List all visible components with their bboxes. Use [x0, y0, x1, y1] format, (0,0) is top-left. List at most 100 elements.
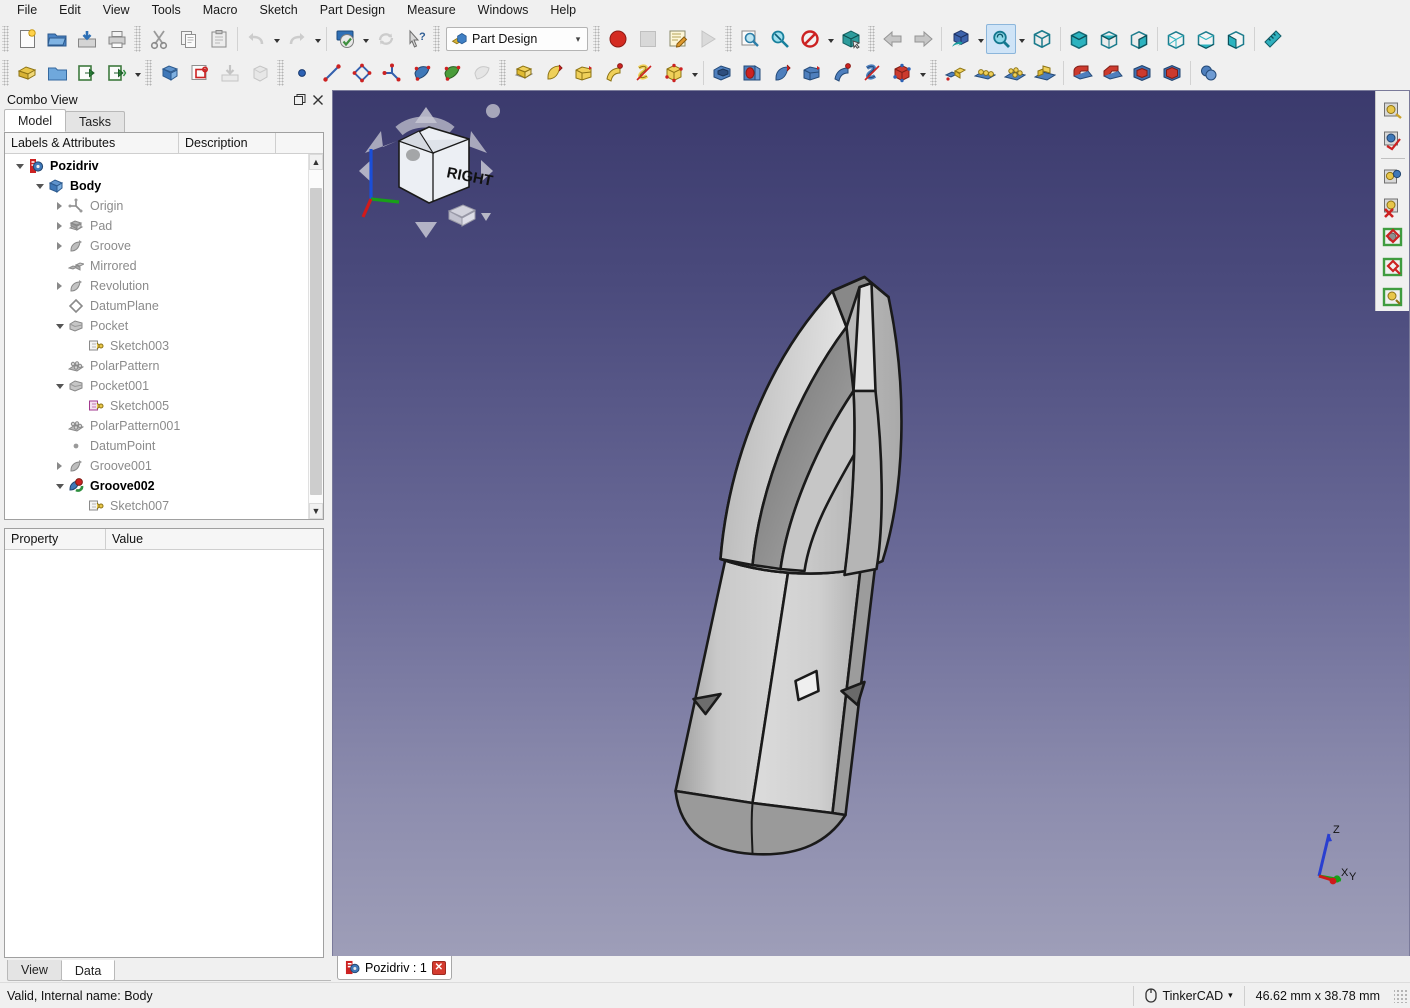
box-selection-button[interactable]	[836, 24, 866, 54]
pad-button[interactable]	[509, 58, 539, 88]
sub-shape-binder-button[interactable]	[407, 58, 437, 88]
forward-button[interactable]	[908, 24, 938, 54]
subtractive-pipe-button[interactable]	[827, 58, 857, 88]
undo-button[interactable]	[241, 24, 271, 54]
workbench-selector[interactable]: Part Design ▾	[446, 27, 588, 51]
zoom-button[interactable]	[986, 24, 1016, 54]
scroll-track[interactable]	[309, 170, 323, 503]
tree-item-groove002[interactable]: Groove002	[5, 476, 308, 496]
measure-refine-button[interactable]	[1379, 163, 1407, 191]
toolbar-grip[interactable]	[277, 60, 284, 86]
draft-button[interactable]	[1127, 58, 1157, 88]
model-pozidriv-bit[interactable]	[333, 91, 1409, 956]
clone-button[interactable]	[437, 58, 467, 88]
zoom-dropdown[interactable]	[1016, 24, 1027, 54]
additive-loft-button[interactable]	[569, 58, 599, 88]
print-document-button[interactable]	[102, 24, 132, 54]
property-header-property[interactable]: Property	[5, 529, 106, 550]
menu-item-sketch[interactable]: Sketch	[249, 0, 309, 21]
resize-grip[interactable]	[1394, 989, 1408, 1003]
bottom-view-button[interactable]	[1191, 24, 1221, 54]
tree-item-groove001[interactable]: Groove001	[5, 456, 308, 476]
create-sketch-button[interactable]	[185, 58, 215, 88]
chevron-right-icon[interactable]	[53, 196, 66, 216]
save-document-button[interactable]	[72, 24, 102, 54]
navigation-mode-selector[interactable]: TinkerCAD ▾	[1133, 986, 1243, 1006]
tree-item-polarpattern[interactable]: PolarPattern	[5, 356, 308, 376]
freeze-view-dropdown[interactable]	[975, 24, 986, 54]
additive-primitive-button[interactable]	[659, 58, 689, 88]
copy-button[interactable]	[174, 24, 204, 54]
chevron-down-icon[interactable]	[53, 476, 66, 496]
tree-header-description[interactable]: Description	[179, 133, 276, 154]
rear-view-button[interactable]	[1161, 24, 1191, 54]
create-group-button[interactable]	[42, 58, 72, 88]
make-link-group-button[interactable]	[102, 58, 132, 88]
measure-delete-button[interactable]	[1379, 193, 1407, 221]
menu-item-part-design[interactable]: Part Design	[309, 0, 396, 21]
open-document-button[interactable]	[42, 24, 72, 54]
tab-model[interactable]: Model	[4, 109, 66, 132]
create-datum-plane-button[interactable]	[347, 58, 377, 88]
chevron-down-icon[interactable]	[53, 316, 66, 336]
macro-record-button[interactable]	[603, 24, 633, 54]
tree-item-datumplane[interactable]: DatumPlane	[5, 296, 308, 316]
tree-item-origin[interactable]: Origin	[5, 196, 308, 216]
scroll-up-button[interactable]: ▲	[309, 154, 323, 170]
create-datum-line-button[interactable]	[317, 58, 347, 88]
scroll-thumb[interactable]	[310, 188, 322, 495]
document-tab-pozidriv[interactable]: Pozidriv : 1 ✕	[337, 956, 452, 980]
make-link-button[interactable]	[72, 58, 102, 88]
paste-button[interactable]	[204, 24, 234, 54]
tab-view[interactable]: View	[7, 960, 62, 981]
tree-item-sketch007[interactable]: Sketch007	[5, 496, 308, 516]
measure-toggle-all-button[interactable]	[1379, 223, 1407, 251]
chevron-right-icon[interactable]	[53, 456, 66, 476]
redo-button[interactable]	[282, 24, 312, 54]
toolbar-grip[interactable]	[930, 60, 937, 86]
toolbar-grip[interactable]	[145, 60, 152, 86]
additive-pipe-button[interactable]	[599, 58, 629, 88]
property-list[interactable]	[5, 550, 323, 957]
additive-primitive-dropdown[interactable]	[689, 58, 700, 88]
toolbar-grip[interactable]	[2, 26, 9, 52]
tree-item-pocket[interactable]: Pocket	[5, 316, 308, 336]
tree-item-revolution[interactable]: Revolution	[5, 276, 308, 296]
chevron-right-icon[interactable]	[53, 216, 66, 236]
tree-item-pozidriv[interactable]: Pozidriv	[5, 156, 308, 176]
close-panel-button[interactable]	[309, 92, 327, 108]
groove-button[interactable]	[767, 58, 797, 88]
tree-item-mirrored[interactable]: Mirrored	[5, 256, 308, 276]
subtractive-loft-button[interactable]	[797, 58, 827, 88]
subtractive-primitive-button[interactable]	[887, 58, 917, 88]
chevron-right-icon[interactable]	[53, 236, 66, 256]
undo-dropdown[interactable]	[271, 24, 282, 54]
pocket-button[interactable]	[707, 58, 737, 88]
shape-binder-button[interactable]	[245, 58, 275, 88]
menu-item-tools[interactable]: Tools	[141, 0, 192, 21]
menu-item-edit[interactable]: Edit	[48, 0, 92, 21]
tree-item-body[interactable]: Body	[5, 176, 308, 196]
fillet-button[interactable]	[1067, 58, 1097, 88]
tree-header-labels[interactable]: Labels & Attributes	[5, 133, 179, 154]
linear-pattern-button[interactable]	[970, 58, 1000, 88]
chamfer-button[interactable]	[1097, 58, 1127, 88]
toolbar-grip[interactable]	[499, 60, 506, 86]
right-view-button[interactable]	[1124, 24, 1154, 54]
tab-tasks[interactable]: Tasks	[65, 111, 125, 132]
chevron-down-icon[interactable]	[53, 376, 66, 396]
refresh-button[interactable]	[330, 24, 360, 54]
tree-item-polarpattern001[interactable]: PolarPattern001	[5, 416, 308, 436]
macro-edit-button[interactable]	[663, 24, 693, 54]
boolean-operation-button[interactable]	[1194, 58, 1224, 88]
tree-item-datumpoint[interactable]: DatumPoint	[5, 436, 308, 456]
close-document-button[interactable]: ✕	[432, 961, 446, 975]
tree-item-sketch005[interactable]: Sketch005	[5, 396, 308, 416]
tree-item-pad[interactable]: Pad	[5, 216, 308, 236]
thickness-button[interactable]	[1157, 58, 1187, 88]
menu-item-windows[interactable]: Windows	[467, 0, 540, 21]
create-local-coordinate-system-button[interactable]	[377, 58, 407, 88]
draw-style-button[interactable]	[795, 24, 825, 54]
redo-dropdown[interactable]	[312, 24, 323, 54]
hole-button[interactable]	[737, 58, 767, 88]
